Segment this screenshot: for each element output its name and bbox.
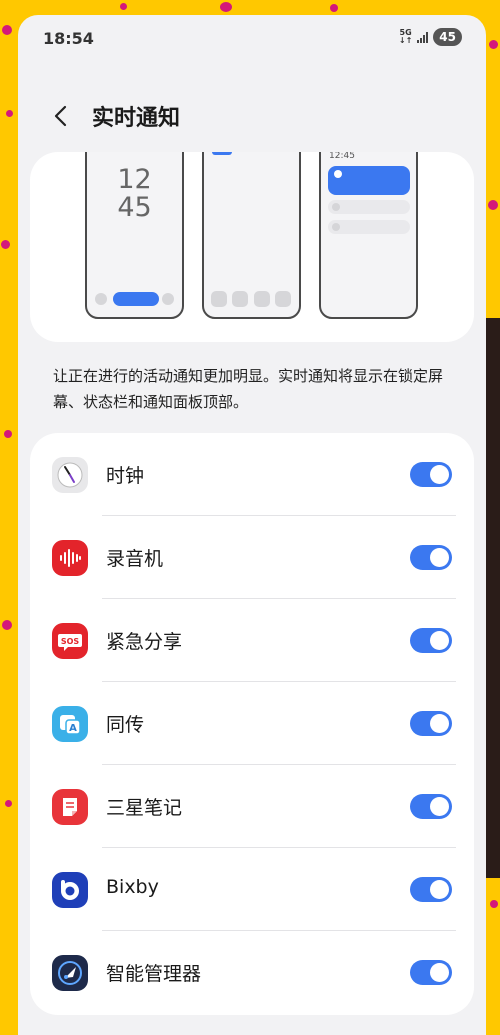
phone-screen: 18:54 5G ↓↑ 45 实时通知 12 45 12:45 让正在进行的活动… [18, 15, 486, 1035]
notification-panel-preview: 12:45 [319, 152, 418, 319]
description-text: 让正在进行的活动通知更加明显。实时通知将显示在锁定屏幕、状态栏和通知面板顶部。 [53, 367, 444, 411]
back-button[interactable] [46, 101, 76, 131]
status-time: 18:54 [43, 29, 94, 48]
list-item[interactable]: A 同传 [30, 682, 474, 765]
translate-icon: A [52, 706, 88, 742]
live-notification-card [328, 166, 410, 195]
app-label: 时钟 [106, 465, 145, 487]
toggle-switch[interactable] [410, 794, 452, 819]
voice-recorder-icon [52, 540, 88, 576]
signal-icon [417, 31, 429, 43]
list-item[interactable]: 三星笔记 [30, 765, 474, 848]
page-title: 实时通知 [92, 106, 181, 131]
status-bar-preview [202, 152, 301, 319]
live-notification-pill [113, 292, 159, 306]
panel-time: 12:45 [329, 152, 355, 161]
notes-icon [52, 789, 88, 825]
lock-screen-preview: 12 45 [85, 152, 184, 319]
app-label: 录音机 [106, 548, 164, 570]
live-notification-chip [212, 152, 232, 155]
toggle-switch[interactable] [410, 462, 452, 487]
app-label: 智能管理器 [106, 963, 202, 985]
toggle-switch[interactable] [410, 628, 452, 653]
app-label: Bixby [106, 876, 159, 898]
bixby-icon [52, 872, 88, 908]
app-label: 紧急分享 [106, 631, 183, 653]
preview-illustration: 12 45 12:45 [30, 152, 474, 342]
header: 实时通知 [18, 95, 486, 135]
device-care-icon [52, 955, 88, 991]
status-bar: 18:54 5G ↓↑ 45 [18, 15, 486, 61]
list-item[interactable]: 智能管理器 [30, 931, 474, 1014]
svg-text:SOS: SOS [61, 637, 80, 646]
clock-icon [52, 457, 88, 493]
battery-icon: 45 [433, 28, 462, 46]
chevron-left-icon [54, 105, 67, 127]
list-item[interactable]: Bixby [30, 848, 474, 931]
svg-text:A: A [69, 723, 77, 734]
list-item[interactable]: 时钟 [30, 433, 474, 516]
toggle-switch[interactable] [410, 545, 452, 570]
list-item[interactable]: 录音机 [30, 516, 474, 599]
status-icons: 5G ↓↑ 45 [399, 28, 462, 46]
list-item[interactable]: SOS 紧急分享 [30, 599, 474, 682]
toggle-switch[interactable] [410, 711, 452, 736]
lock-minutes: 45 [117, 192, 152, 223]
app-list: 时钟 录音机 SOS 紧急分享 A 同传 三星笔记 Bixby 智能管理器 [30, 433, 474, 1015]
app-label: 同传 [106, 714, 145, 736]
network-icon: 5G ↓↑ [398, 28, 413, 45]
toggle-switch[interactable] [410, 877, 452, 902]
network-type: 5G [399, 28, 412, 37]
sos-icon: SOS [52, 623, 88, 659]
lock-hours: 12 [117, 164, 152, 195]
app-label: 三星笔记 [106, 797, 183, 819]
toggle-switch[interactable] [410, 960, 452, 985]
